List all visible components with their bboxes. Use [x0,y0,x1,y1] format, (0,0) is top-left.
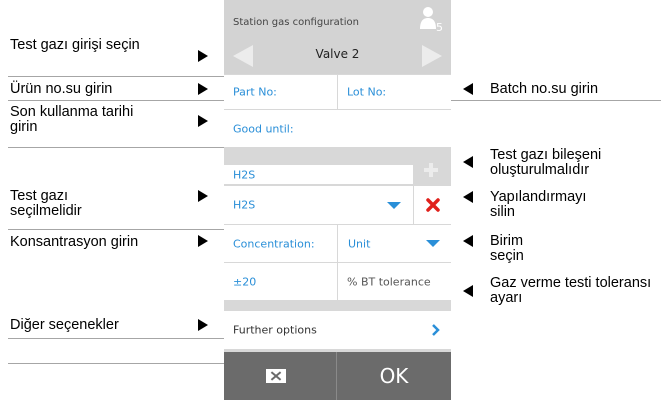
arrow-left-icon [463,83,473,95]
unit-select-value: Unit [348,237,371,250]
device-screen: Station gas configuration 5 Valve 2 Part… [224,0,451,400]
valve-selector: Valve 2 [224,36,451,74]
divider [8,100,224,101]
user-icon: 5 [420,7,443,33]
arrow-left-icon [463,191,473,203]
valve-label: Valve 2 [315,47,360,61]
user-badge: 5 [436,21,443,33]
cancel-button[interactable] [224,352,336,400]
annotation-select-unit: Birim seçin [490,233,524,264]
chevron-down-icon [387,202,401,209]
concentration-label: Concentration: [233,237,315,250]
part-no-field[interactable]: Part No: [224,75,337,109]
annotation-enter-batch-no: Batch no.su girin [490,81,599,97]
arrow-left-icon [463,156,473,168]
delete-button[interactable] [414,186,451,224]
chevron-down-icon [426,240,440,247]
annotation-other-options: Diğer seçenekler [10,317,119,333]
arrow-right-icon [198,190,208,202]
annotation-enter-concentration: Konsantrasyon girin [10,234,139,250]
screen-title: Station gas configuration [233,17,359,28]
annotation-set-tolerance: Gaz verme testi toleransı ayarı [490,275,652,306]
concentration-field[interactable]: Concentration: [224,225,337,262]
arrow-right-icon [198,50,208,62]
tolerance-input[interactable]: ±20 [224,263,337,300]
good-until-label: Good until: [233,122,294,135]
plus-icon[interactable] [424,163,438,177]
tolerance-value: ±20 [233,275,257,288]
annotation-gas-must-be-selected: Test gazı seçilmelidir [10,188,82,219]
divider [8,229,224,230]
divider [8,147,224,148]
ok-button[interactable]: OK [337,352,451,400]
annotation-delete-configuration: Yapılandırmayı silin [490,189,587,220]
cancel-icon [266,369,286,383]
gas-select-value: H2S [233,198,256,212]
tolerance-unit: % BT tolerance [338,263,451,300]
unit-select[interactable]: Unit [338,225,451,262]
divider [8,338,224,339]
gas-select[interactable]: H2S [224,186,413,224]
close-icon [426,198,440,212]
next-valve-button[interactable] [422,45,442,67]
part-no-label: Part No: [233,85,277,99]
annotation-create-component: Test gazı bileşeni oluşturulmalıdır [490,147,602,178]
component-header-label: H2S [233,168,256,181]
footer-bar: OK [224,352,451,400]
arrow-left-icon [463,285,473,297]
lot-no-field[interactable]: Lot No: [338,75,451,109]
arrow-left-icon [463,235,473,247]
annotation-enter-product-no: Ürün no.su girin [10,81,113,97]
component-header: H2S [224,165,413,184]
divider [8,363,224,364]
arrow-right-icon [198,115,208,127]
divider [8,76,224,77]
screen-header: Station gas configuration 5 [224,0,451,36]
tolerance-unit-label: % BT tolerance [347,275,431,288]
arrow-right-icon [198,235,208,247]
arrow-right-icon [198,83,208,95]
further-options-button[interactable]: Further options [224,311,451,349]
good-until-field[interactable]: Good until: [224,110,451,147]
arrow-right-icon [198,319,208,331]
chevron-right-icon [432,324,440,336]
annotation-enter-expiry: Son kullanma tarihi girin [10,104,134,135]
divider [451,100,661,101]
further-options-label: Further options [233,323,317,337]
lot-no-label: Lot No: [347,85,387,99]
annotation-select-gas-input: Test gazı girişi seçin [10,37,140,53]
